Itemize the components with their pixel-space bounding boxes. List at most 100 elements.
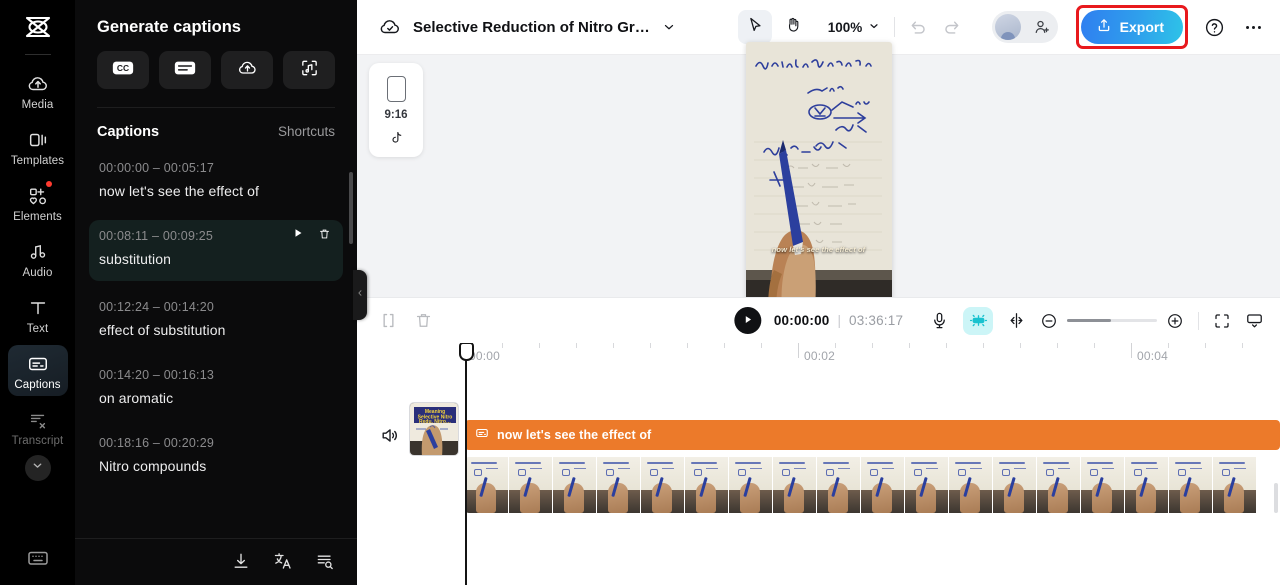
export-button-label: Export (1119, 19, 1164, 35)
project-title[interactable]: Selective Reduction of Nitro Gr… (413, 19, 650, 36)
filmstrip-frame (1213, 457, 1257, 513)
auto-captions-button[interactable]: CC (97, 51, 149, 89)
speaker-icon[interactable] (379, 425, 400, 446)
expand-rail-button[interactable] (24, 455, 51, 481)
svg-text:CC: CC (117, 63, 129, 73)
audio-to-text-button[interactable] (283, 51, 335, 89)
caption-track-clip[interactable]: now let's see the effect of (465, 420, 1280, 450)
filmstrip-frame (949, 457, 993, 513)
sidebar-item-templates[interactable]: Templates (8, 121, 68, 172)
filmstrip-frame (465, 457, 509, 513)
filmstrip-frame (729, 457, 773, 513)
caption-list-item[interactable]: 00:18:16 – 00:20:29 Nitro compounds (89, 427, 343, 485)
portrait-frame-icon (386, 76, 406, 102)
microphone-icon[interactable] (930, 311, 949, 330)
zoom-in-icon[interactable] (1166, 312, 1184, 330)
zoom-out-icon[interactable] (1040, 312, 1058, 330)
timeline-scrollbar[interactable] (1274, 483, 1278, 513)
sidebar-item-audio[interactable]: Audio (8, 233, 68, 284)
current-time: 00:00:00 (773, 313, 830, 328)
captions-list-scrollbar[interactable] (349, 172, 353, 244)
mirror-split-icon[interactable] (1007, 311, 1026, 330)
collapse-panel-handle[interactable] (353, 270, 367, 320)
fit-to-screen-icon[interactable] (1213, 312, 1231, 330)
elements-icon (26, 184, 50, 208)
undo-icon[interactable] (909, 18, 928, 37)
chevron-left-icon (356, 286, 364, 304)
caption-text: Nitro compounds (99, 458, 207, 474)
sidebar-item-text[interactable]: Text (8, 289, 68, 340)
play-icon[interactable] (292, 227, 304, 241)
sidebar-item-elements[interactable]: Elements (8, 177, 68, 228)
aspect-ratio-card[interactable]: 9:16 (369, 63, 423, 157)
redo-icon[interactable] (942, 18, 961, 37)
video-preview[interactable]: now let's see the effect of (745, 42, 892, 310)
shortcuts-link[interactable]: Shortcuts (278, 124, 335, 139)
select-tool[interactable] (737, 10, 772, 44)
sidebar-item-label: Transcript (11, 435, 64, 447)
play-button[interactable] (733, 307, 761, 334)
sidebar-item-media[interactable]: Media (8, 65, 68, 116)
sidebar-item-label: Elements (13, 211, 62, 223)
caption-list-item[interactable]: 00:14:20 – 00:16:13 on aromatic (89, 359, 343, 417)
captions-panel: Generate captions CC Captions Shortcuts … (75, 0, 367, 585)
trash-icon[interactable] (318, 227, 331, 241)
zoom-level-selector[interactable]: 100% (828, 20, 881, 35)
keyboard-icon[interactable] (26, 546, 50, 575)
caption-list-item[interactable]: 00:00:00 – 00:05:17 now let's see the ef… (89, 152, 343, 210)
caption-list-item-selected[interactable]: 00:08:11 – 00:09:25 substitution (89, 220, 343, 281)
captions-icon (475, 426, 489, 445)
filmstrip-frame (905, 457, 949, 513)
filmstrip-frame (773, 457, 817, 513)
sidebar-item-captions[interactable]: Captions (7, 345, 68, 396)
batch-edit-button[interactable] (315, 551, 335, 571)
playhead[interactable] (458, 343, 474, 585)
caption-track-label: now let's see the effect of (497, 428, 652, 442)
trash-icon[interactable] (414, 311, 433, 330)
handwritten-notes (745, 59, 892, 310)
translate-captions-button[interactable] (273, 551, 293, 571)
more-horizontal-icon[interactable] (1243, 17, 1264, 38)
caption-list-item[interactable]: 00:12:24 – 00:14:20 effect of substituti… (89, 291, 343, 349)
playhead-handle[interactable] (458, 343, 474, 361)
hand-tool[interactable] (776, 10, 810, 44)
chevron-down-icon[interactable] (662, 20, 676, 34)
avatar[interactable] (994, 14, 1021, 40)
timeline-zoom-slider[interactable] (1040, 312, 1184, 330)
captions-list[interactable]: 00:00:00 – 00:05:17 now let's see the ef… (75, 140, 357, 538)
manual-captions-button[interactable] (159, 51, 211, 89)
generate-buttons-row: CC (75, 37, 357, 89)
collaborators-group (991, 11, 1058, 43)
filmstrip-frame (509, 457, 553, 513)
track-view-icon[interactable] (1245, 311, 1264, 330)
ai-magic-button[interactable] (963, 306, 993, 335)
caption-timecode: 00:12:24 – 00:14:20 (99, 300, 215, 314)
download-captions-button[interactable] (231, 551, 251, 571)
caption-timecode: 00:00:00 – 00:05:17 (99, 161, 215, 175)
add-user-icon[interactable] (1033, 18, 1051, 36)
filmstrip-frame (685, 457, 729, 513)
filmstrip-frame (817, 457, 861, 513)
timeline[interactable]: 00:00 00:02 00:04 Meaning Selective Nitr… (357, 343, 1280, 585)
left-nav-rail: Media Templates Elements Audio Text Capt… (0, 0, 75, 585)
timeline-right-tools (930, 306, 1264, 335)
zoom-slider-track[interactable] (1067, 319, 1157, 322)
timeline-ruler[interactable]: 00:00 00:02 00:04 (357, 343, 1280, 369)
clip-thumbnail[interactable]: Meaning Selective Nitro Redu. Nitro… (409, 402, 459, 456)
export-button-highlight: Export (1075, 5, 1188, 49)
split-clip-icon[interactable] (379, 311, 398, 330)
help-circle-icon[interactable] (1204, 17, 1225, 38)
filmstrip-frame (993, 457, 1037, 513)
ai-magic-icon (969, 311, 988, 330)
filmstrip-frame (861, 457, 905, 513)
video-track-clip[interactable] (465, 457, 1280, 513)
filmstrip-frame (1169, 457, 1213, 513)
zoom-level-value: 100% (827, 19, 863, 35)
caption-timecode: 00:18:16 – 00:20:29 (99, 436, 215, 450)
toolbar-divider (1198, 311, 1199, 330)
sidebar-item-transcript[interactable]: Transcript (8, 401, 68, 452)
upload-captions-button[interactable] (221, 51, 273, 89)
export-button[interactable]: Export (1080, 10, 1183, 44)
timeline-toolbar: 00:00:00 | 03:36:17 (357, 297, 1280, 343)
captions-icon (26, 352, 50, 376)
